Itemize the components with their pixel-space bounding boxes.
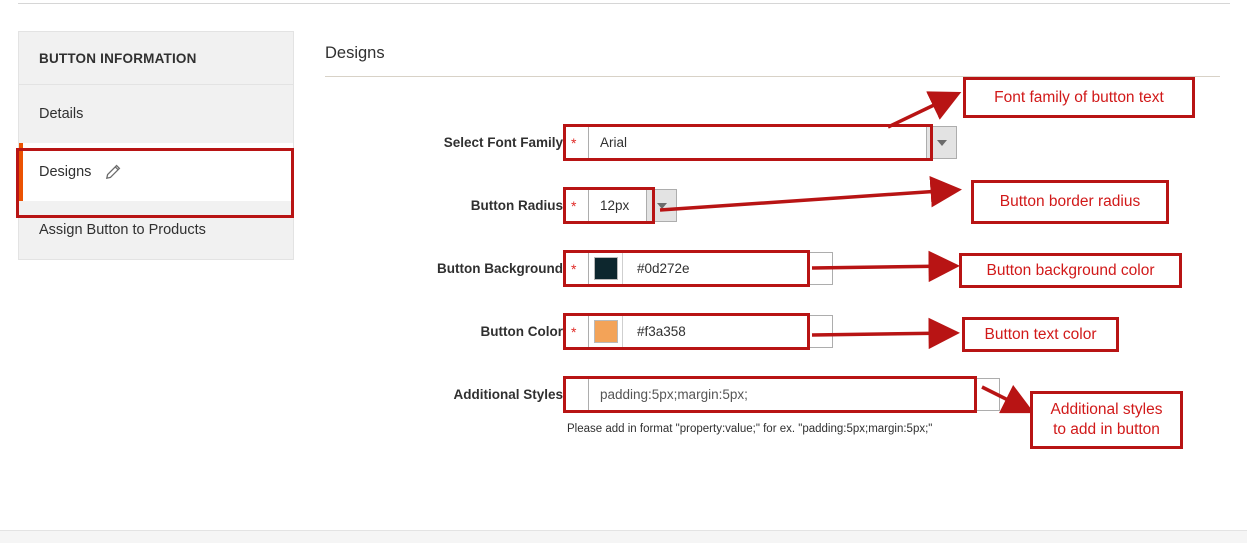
button-background-label: Button Background	[403, 261, 563, 276]
button-radius-select[interactable]: 12px	[588, 189, 677, 222]
font-family-value: Arial	[589, 127, 926, 158]
callout-button-background: Button background color	[959, 253, 1182, 288]
page-title: Designs	[325, 44, 385, 63]
button-color-hex-input[interactable]: #f3a358	[623, 324, 832, 339]
required-asterisk: *	[571, 324, 581, 340]
additional-styles-input[interactable]: padding:5px;margin:5px;	[588, 378, 1000, 411]
button-color-colorpicker[interactable]: #f3a358	[588, 315, 833, 348]
button-radius-label: Button Radius	[415, 198, 563, 213]
additional-styles-hint: Please add in format "property:value;" f…	[567, 423, 932, 435]
font-family-select[interactable]: Arial	[588, 126, 957, 159]
color-swatch-button[interactable]	[589, 253, 623, 284]
field-row-button-background: Button Background * #0d272e	[403, 252, 833, 285]
additional-styles-label: Additional Styles	[403, 387, 563, 402]
required-asterisk: *	[571, 261, 581, 277]
color-swatch	[594, 257, 618, 280]
callout-additional-styles: Additional stylesto add in button	[1030, 391, 1183, 449]
chevron-down-icon[interactable]	[646, 190, 676, 221]
footer-bar	[0, 530, 1247, 543]
required-asterisk: *	[571, 198, 581, 214]
chevron-down-icon[interactable]	[926, 127, 956, 158]
sidebar-item-label: Designs	[39, 164, 91, 180]
button-background-colorpicker[interactable]: #0d272e	[588, 252, 833, 285]
field-row-button-color: Button Color * #f3a358	[403, 315, 833, 348]
sidebar-item-label: Assign Button to Products	[39, 222, 206, 238]
field-row-font-family: Select Font Family * Arial	[415, 126, 957, 159]
field-row-additional-styles: Additional Styles padding:5px;margin:5px…	[403, 378, 1000, 411]
field-row-button-radius: Button Radius * 12px	[415, 189, 677, 222]
color-swatch-button[interactable]	[589, 316, 623, 347]
callout-button-radius: Button border radius	[971, 180, 1169, 224]
button-information-panel: BUTTON INFORMATION Details Designs Assig…	[18, 31, 294, 260]
button-background-hex-input[interactable]: #0d272e	[623, 261, 832, 276]
callout-font-family: Font family of button text	[963, 77, 1195, 118]
button-color-label: Button Color	[403, 324, 563, 339]
sidebar-item-label: Details	[39, 106, 83, 122]
pencil-icon	[105, 164, 121, 180]
required-asterisk: *	[571, 135, 581, 151]
font-family-label: Select Font Family	[415, 135, 563, 150]
button-radius-value: 12px	[589, 190, 646, 221]
sidebar-item-assign-button-to-products[interactable]: Assign Button to Products	[19, 201, 293, 259]
top-divider	[18, 3, 1230, 4]
sidebar-header: BUTTON INFORMATION	[19, 32, 293, 85]
sidebar-item-details[interactable]: Details	[19, 85, 293, 143]
sidebar-item-designs[interactable]: Designs	[19, 143, 293, 201]
callout-button-text-color: Button text color	[962, 317, 1119, 352]
color-swatch	[594, 320, 618, 343]
